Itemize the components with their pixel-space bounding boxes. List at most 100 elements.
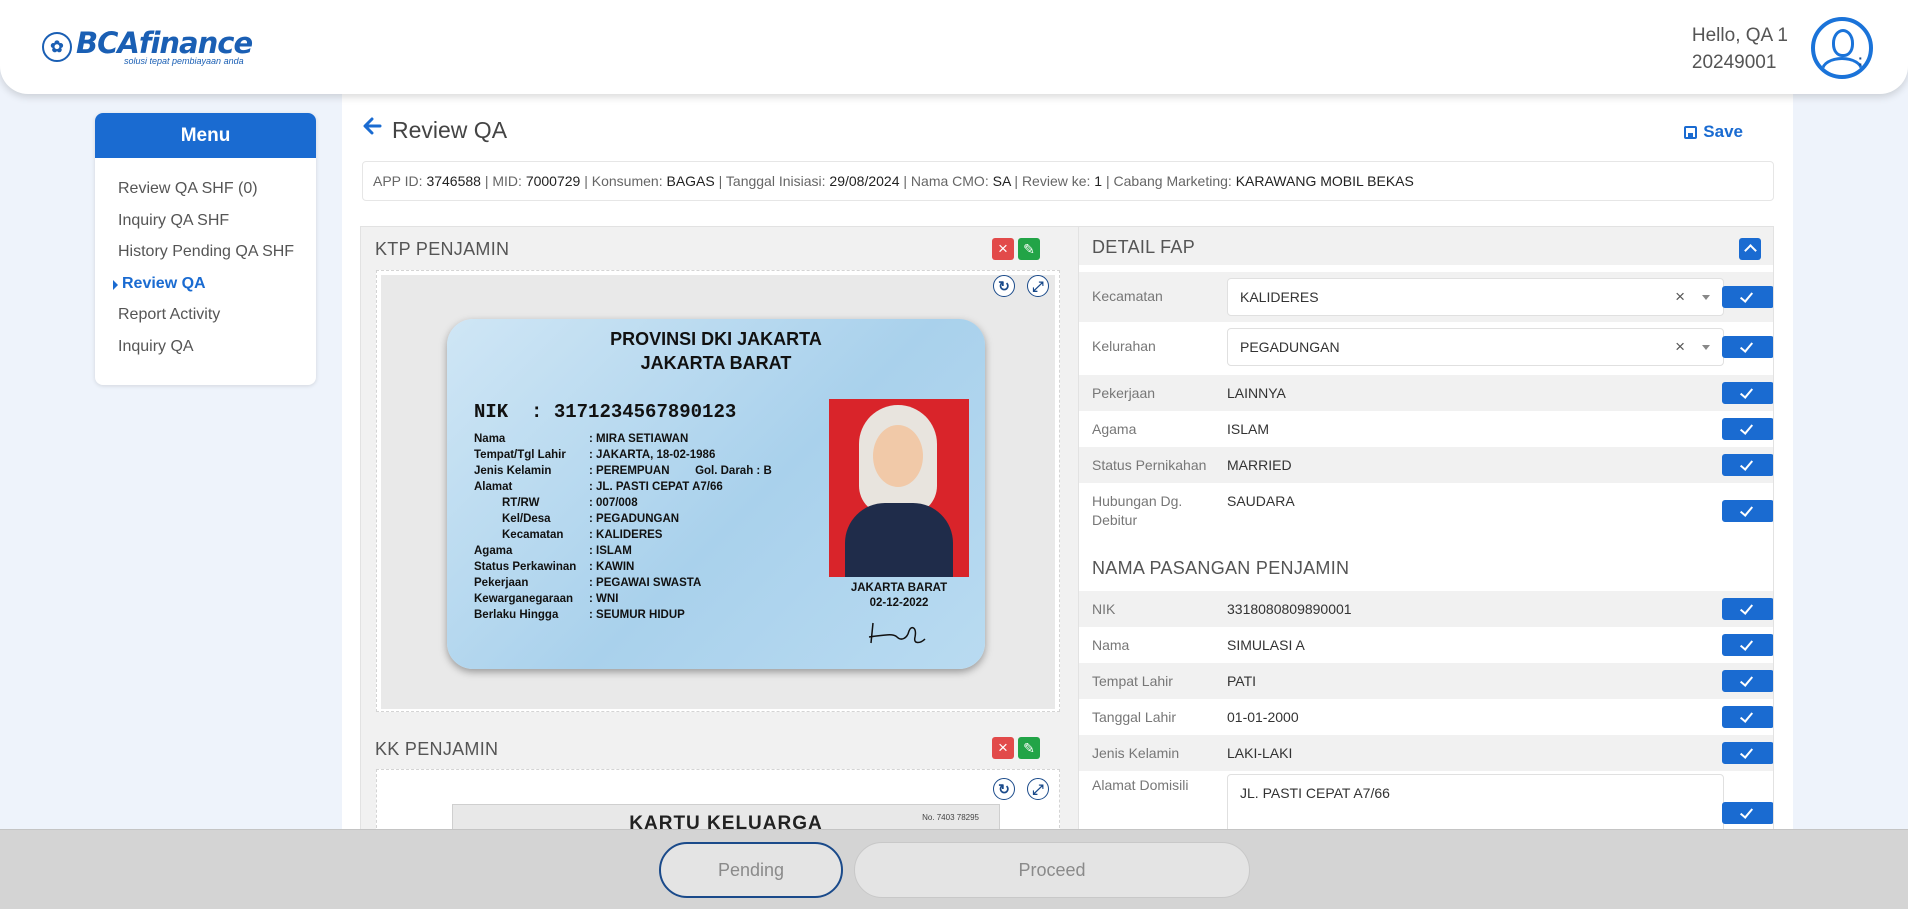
bca-finance-logo[interactable]: ✿ BCAfinance solusi tepat pembiayaan and… xyxy=(42,28,253,66)
alamat-domisili-textarea[interactable]: JL. PASTI CEPAT A7/66 xyxy=(1227,774,1724,833)
detail-fap-header: DETAIL FAP xyxy=(1079,227,1773,265)
agama-value: ISLAM xyxy=(1227,421,1270,437)
menu-item-review-qa-shf[interactable]: Review QA SHF (0) xyxy=(118,178,316,210)
action-footer: Pending Proceed xyxy=(0,829,1908,909)
ktp-image[interactable]: PROVINSI DKI JAKARTA JAKARTA BARAT NIK :… xyxy=(381,275,1055,709)
ktp-card: PROVINSI DKI JAKARTA JAKARTA BARAT NIK :… xyxy=(447,319,985,669)
save-button[interactable]: Save xyxy=(1684,122,1743,142)
reject-kk-button[interactable]: × xyxy=(992,737,1014,759)
verify-jenis-kelamin-checkbox[interactable] xyxy=(1722,742,1773,764)
ktp-penjamin-title: KTP PENJAMIN xyxy=(375,239,510,259)
ktp-province: PROVINSI DKI JAKARTA xyxy=(610,329,822,349)
nik-value: 3318080809890001 xyxy=(1227,601,1352,617)
main-panel: Review QA Save APP ID: 3746588 | MID: 70… xyxy=(342,94,1793,834)
menu-item-inquiry-qa-shf[interactable]: Inquiry QA SHF xyxy=(118,210,316,242)
verify-hubungan-checkbox[interactable] xyxy=(1722,500,1773,522)
fullscreen-icon[interactable]: ⤢ xyxy=(1027,275,1049,297)
side-menu: Menu Review QA SHF (0) Inquiry QA SHF Hi… xyxy=(95,113,316,385)
rotate-icon[interactable]: ↻ xyxy=(993,778,1015,800)
verify-agama-checkbox[interactable] xyxy=(1722,418,1773,440)
hubungan-value: SAUDARA xyxy=(1227,493,1295,509)
avatar-body-icon xyxy=(1821,57,1863,75)
row-tempat-lahir: Tempat Lahir PATI xyxy=(1079,663,1773,699)
edit-kk-button[interactable]: ✎ xyxy=(1018,737,1040,759)
more-options-icon[interactable]: · · · xyxy=(1858,51,1863,75)
kecamatan-select[interactable]: KALIDERES × xyxy=(1227,278,1724,316)
row-agama: Agama ISLAM xyxy=(1079,411,1773,447)
ktp-city-header: JAKARTA BARAT xyxy=(640,353,792,373)
status-pernikahan-value: MARRIED xyxy=(1227,457,1292,473)
verify-nik-checkbox[interactable] xyxy=(1722,598,1773,620)
greeting-text: Hello, QA 1 xyxy=(1691,25,1788,46)
menu-list: Review QA SHF (0) Inquiry QA SHF History… xyxy=(95,158,316,367)
ktp-nik: NIK : 3171234567890123 xyxy=(474,401,737,423)
cabang-marketing: KARAWANG MOBIL BEKAS xyxy=(1235,173,1414,189)
proceed-button[interactable]: Proceed xyxy=(854,842,1250,898)
menu-item-report-activity[interactable]: Report Activity xyxy=(118,304,316,336)
mid: 7000729 xyxy=(525,173,581,189)
ktp-photo xyxy=(829,399,969,577)
save-label: Save xyxy=(1703,122,1743,141)
row-kelurahan: Kelurahan PEGADUNGAN × xyxy=(1079,322,1773,372)
ktp-image-frame: PROVINSI DKI JAKARTA JAKARTA BARAT NIK :… xyxy=(376,270,1060,712)
verify-kecamatan-checkbox[interactable] xyxy=(1722,286,1773,308)
verify-kelurahan-checkbox[interactable] xyxy=(1722,336,1773,358)
nama-value: SIMULASI A xyxy=(1227,637,1305,653)
reject-ktp-button[interactable]: × xyxy=(992,238,1014,260)
row-jenis-kelamin: Jenis Kelamin LAKI-LAKI xyxy=(1079,735,1773,771)
clear-icon[interactable]: × xyxy=(1675,279,1685,315)
jenis-kelamin-value: LAKI-LAKI xyxy=(1227,745,1293,761)
kk-image-frame: KARTU KELUARGA No. 7403 78295 ↻ ⤢ xyxy=(376,769,1060,833)
pencil-icon: ✎ xyxy=(1023,241,1035,257)
menu-title: Menu xyxy=(95,113,316,158)
tanggal-lahir-value: 01-01-2000 xyxy=(1227,709,1299,725)
user-avatar[interactable]: · · · xyxy=(1811,17,1873,79)
verify-nama-checkbox[interactable] xyxy=(1722,634,1773,656)
pencil-icon: ✎ xyxy=(1023,740,1035,756)
save-icon xyxy=(1684,125,1698,139)
kelurahan-select[interactable]: PEGADUNGAN × xyxy=(1227,328,1724,366)
collapse-chevron-icon[interactable] xyxy=(1739,238,1761,260)
rotate-icon[interactable]: ↻ xyxy=(993,275,1015,297)
row-kecamatan: Kecamatan KALIDERES × xyxy=(1079,272,1773,322)
verify-tanggal-lahir-checkbox[interactable] xyxy=(1722,706,1773,728)
row-alamat-domisili: Alamat Domisili JL. PASTI CEPAT A7/66 xyxy=(1079,771,1773,833)
review-ke: 1 xyxy=(1094,173,1103,189)
ktp-fields: NamaMIRA SETIAWAN Tempat/Tgl LahirJAKART… xyxy=(474,431,772,623)
konsumen: BAGAS xyxy=(666,173,715,189)
active-caret-icon xyxy=(113,279,118,290)
avatar-head-icon xyxy=(1832,29,1854,57)
row-nik: NIK 3318080809890001 xyxy=(1079,591,1773,627)
ktp-issue-place: JAKARTA BARAT 02-12-2022 xyxy=(850,582,948,609)
menu-item-inquiry-qa[interactable]: Inquiry QA xyxy=(118,336,316,368)
nama-cmo: SA xyxy=(992,173,1011,189)
dropdown-caret-icon[interactable] xyxy=(1702,345,1710,350)
pending-button[interactable]: Pending xyxy=(659,842,843,898)
app-id: 3746588 xyxy=(426,173,481,189)
logo-tagline: solusi tepat pembiayaan anda xyxy=(124,56,244,66)
verify-alamat-checkbox[interactable] xyxy=(1722,802,1773,824)
clear-icon[interactable]: × xyxy=(1675,329,1685,365)
page-title: Review QA xyxy=(392,117,508,143)
row-pekerjaan: Pekerjaan LAINNYA xyxy=(1079,375,1773,411)
signature-image xyxy=(868,622,926,644)
top-header: ✿ BCAfinance solusi tepat pembiayaan and… xyxy=(0,0,1908,94)
row-nama: Nama SIMULASI A xyxy=(1079,627,1773,663)
row-status-pernikahan: Status Pernikahan MARRIED xyxy=(1079,447,1773,483)
kk-penjamin-title: KK PENJAMIN xyxy=(375,739,499,759)
menu-item-history-pending-qa-shf[interactable]: History Pending QA SHF xyxy=(118,241,316,273)
kk-number: No. 7403 78295 xyxy=(922,813,979,822)
tanggal-inisiasi: 29/08/2024 xyxy=(829,173,900,189)
edit-ktp-button[interactable]: ✎ xyxy=(1018,238,1040,260)
verify-tempat-lahir-checkbox[interactable] xyxy=(1722,670,1773,692)
row-tanggal-lahir: Tanggal Lahir 01-01-2000 xyxy=(1079,699,1773,735)
fullscreen-icon[interactable]: ⤢ xyxy=(1027,778,1049,800)
back-arrow-icon[interactable] xyxy=(360,114,384,138)
verify-status-checkbox[interactable] xyxy=(1722,454,1773,476)
user-info: Hello, QA 1 20249001 xyxy=(1692,22,1788,76)
menu-item-review-qa[interactable]: Review QA xyxy=(113,273,316,305)
user-id-text: 20249001 xyxy=(1691,52,1777,73)
nama-pasangan-title: NAMA PASANGAN PENJAMIN xyxy=(1092,558,1350,578)
verify-pekerjaan-checkbox[interactable] xyxy=(1722,382,1773,404)
dropdown-caret-icon[interactable] xyxy=(1702,295,1710,300)
